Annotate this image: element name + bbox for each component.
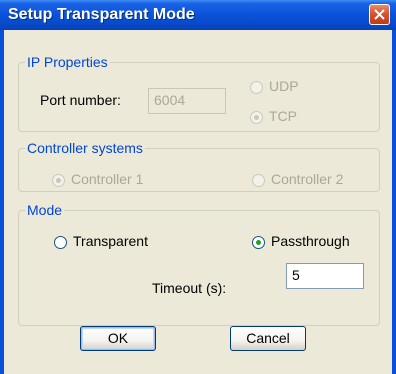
controller1-radio[interactable] (52, 174, 65, 187)
timeout-input[interactable]: 5 (286, 263, 364, 289)
mode-legend: Mode (27, 202, 63, 218)
port-number-label: Port number: (40, 92, 121, 108)
tcp-label: TCP (269, 108, 297, 124)
controller-systems-legend: Controller systems (27, 140, 143, 156)
window-title: Setup Transparent Mode (8, 6, 195, 23)
port-number-input[interactable]: 6004 (148, 88, 226, 114)
title-bar[interactable]: Setup Transparent Mode (0, 0, 396, 30)
dialog-window: Setup Transparent Mode IP Properties Por… (0, 0, 396, 374)
transparent-label[interactable]: Transparent (73, 233, 148, 249)
ip-properties-legend: IP Properties (27, 54, 108, 70)
ok-button[interactable]: OK (80, 326, 156, 351)
cancel-button[interactable]: Cancel (230, 326, 306, 351)
dialog-body: IP Properties Port number: 6004 UDP TCP … (4, 30, 392, 374)
close-button[interactable] (369, 4, 390, 25)
tcp-radio[interactable] (250, 111, 263, 124)
passthrough-radio[interactable] (252, 236, 265, 249)
controller2-radio[interactable] (252, 174, 265, 187)
udp-label: UDP (269, 78, 299, 94)
close-icon (374, 9, 385, 20)
timeout-label: Timeout (s): (152, 280, 227, 296)
transparent-radio[interactable] (54, 236, 67, 249)
controller2-label: Controller 2 (271, 171, 344, 187)
controller1-label: Controller 1 (71, 171, 144, 187)
udp-radio[interactable] (250, 81, 263, 94)
passthrough-label[interactable]: Passthrough (271, 233, 350, 249)
